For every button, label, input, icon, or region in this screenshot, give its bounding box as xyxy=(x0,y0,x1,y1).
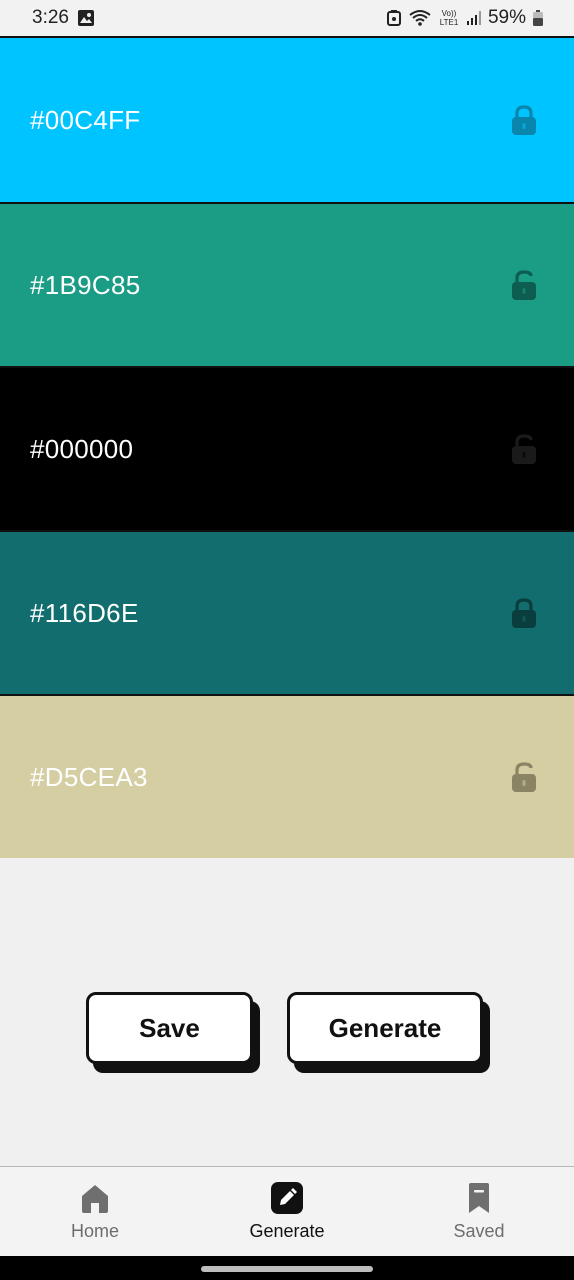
volte-icon: Vo)) LTE1 xyxy=(438,8,460,28)
cast-icon xyxy=(386,9,402,27)
nav-item-saved[interactable]: Saved xyxy=(384,1167,574,1256)
wifi-icon xyxy=(408,9,432,27)
lock-icon[interactable] xyxy=(510,104,538,136)
hex-code[interactable]: #116D6E xyxy=(30,598,139,629)
status-left: 3:26 xyxy=(32,7,95,29)
bottom-navigation: Home Generate Saved xyxy=(0,1166,574,1256)
save-button[interactable]: Save xyxy=(86,992,253,1064)
home-gesture-handle[interactable] xyxy=(201,1266,373,1272)
gallery-icon xyxy=(77,9,95,27)
bookmark-icon xyxy=(462,1181,496,1215)
unlock-icon[interactable] xyxy=(510,433,538,465)
unlock-icon[interactable] xyxy=(510,269,538,301)
color-palette: #00C4FF #1B9C85 #000000 #116D6E #D5CEA3 xyxy=(0,36,574,858)
gesture-bar xyxy=(0,1256,574,1280)
nav-item-generate[interactable]: Generate xyxy=(192,1167,382,1256)
status-bar: 3:26 Vo)) LTE1 59% xyxy=(0,0,574,36)
nav-item-home[interactable]: Home xyxy=(0,1167,190,1256)
color-swatch-4[interactable]: #116D6E xyxy=(0,530,574,694)
hex-code[interactable]: #1B9C85 xyxy=(30,270,141,301)
color-swatch-2[interactable]: #1B9C85 xyxy=(0,202,574,366)
home-icon xyxy=(78,1181,112,1215)
status-time: 3:26 xyxy=(32,7,69,28)
svg-text:LTE1: LTE1 xyxy=(440,18,459,27)
lock-icon[interactable] xyxy=(510,597,538,629)
battery-icon xyxy=(532,9,544,27)
color-swatch-1[interactable]: #00C4FF xyxy=(0,38,574,202)
unlock-icon[interactable] xyxy=(510,761,538,793)
nav-label: Home xyxy=(70,1221,119,1241)
pencil-icon xyxy=(270,1181,304,1215)
hex-code[interactable]: #D5CEA3 xyxy=(30,762,148,793)
color-swatch-5[interactable]: #D5CEA3 xyxy=(0,694,574,858)
status-battery-text: 59% xyxy=(487,7,526,28)
color-swatch-3[interactable]: #000000 xyxy=(0,366,574,530)
svg-text:Vo)): Vo)) xyxy=(442,9,457,18)
signal-icon xyxy=(466,10,482,26)
nav-label: Generate xyxy=(249,1221,325,1241)
status-right: Vo)) LTE1 59% xyxy=(386,7,544,29)
hex-code[interactable]: #000000 xyxy=(30,434,133,465)
generate-button[interactable]: Generate xyxy=(287,992,483,1064)
hex-code[interactable]: #00C4FF xyxy=(30,105,140,136)
nav-label: Saved xyxy=(453,1221,505,1241)
